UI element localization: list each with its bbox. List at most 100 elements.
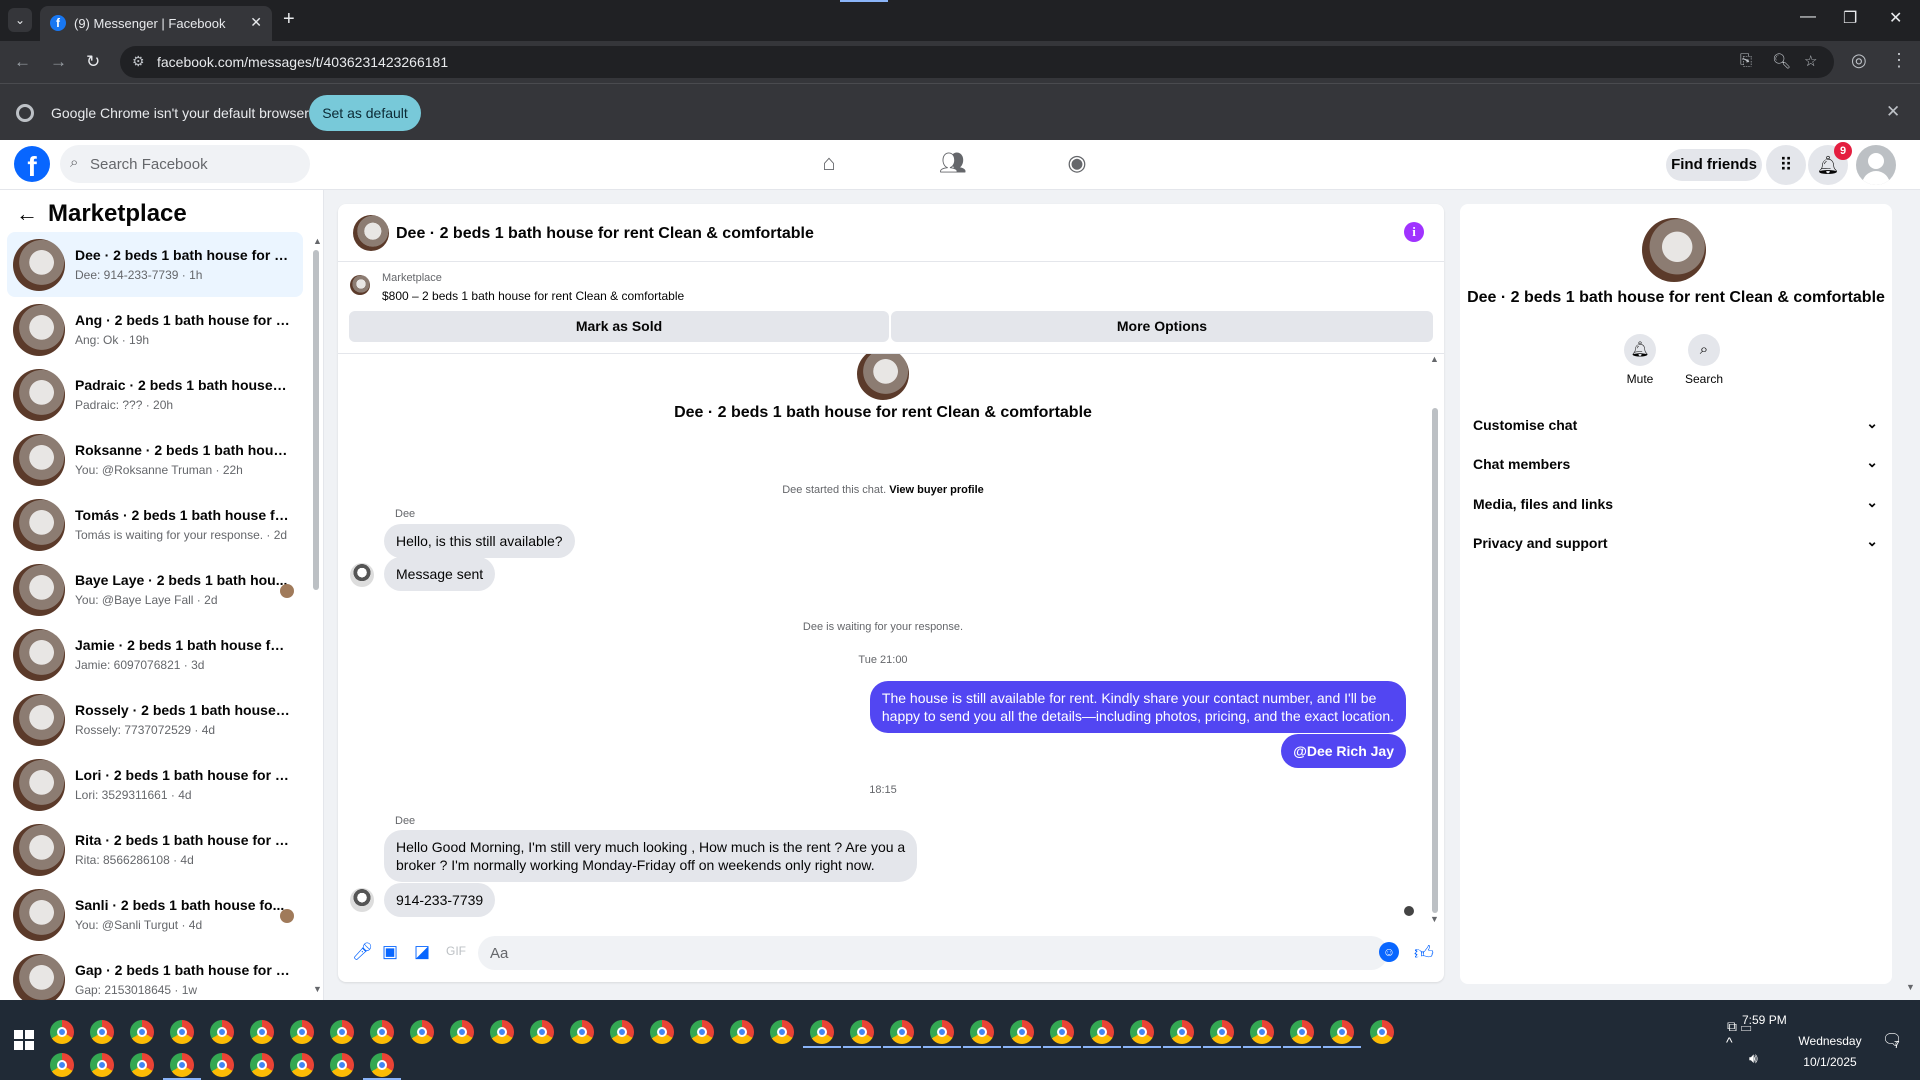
outgoing-message[interactable]: The house is still available for rent. K… <box>869 681 1406 733</box>
bookmark-star-icon[interactable]: ☆ <box>1804 52 1817 70</box>
conversation-item[interactable]: Lori · 2 beds 1 bath house for re... Lori… <box>7 752 303 817</box>
mute-action[interactable]: 🔔︎ Mute <box>1610 334 1670 386</box>
incoming-message[interactable]: 914-233-7739 <box>384 883 496 917</box>
conversation-item[interactable]: Dee · 2 beds 1 bath house for re... Dee: … <box>7 232 303 297</box>
friends-icon[interactable]: 👥︎ <box>938 150 968 180</box>
chat-scrollbar[interactable] <box>1432 408 1438 913</box>
chat-scroll-down-arrow[interactable]: ▼ <box>1430 914 1439 924</box>
chrome-taskbar-icon[interactable] <box>650 1020 674 1044</box>
chrome-taskbar-icon[interactable] <box>90 1020 114 1044</box>
chrome-taskbar-icon[interactable] <box>450 1020 474 1044</box>
volume-icon[interactable]: 🔊︎ <box>1749 1050 1758 1067</box>
profile-icon[interactable]: ◎ <box>1851 50 1867 71</box>
find-friends-button[interactable]: Find friends <box>1666 149 1762 181</box>
chrome-taskbar-icon[interactable] <box>170 1020 194 1044</box>
view-buyer-profile-link[interactable]: View buyer profile <box>889 484 984 496</box>
chrome-taskbar-icon[interactable] <box>1050 1020 1074 1044</box>
chrome-taskbar-icon[interactable] <box>930 1020 954 1044</box>
home-icon[interactable]: ⌂ <box>814 150 844 180</box>
customise-chat-section[interactable]: Customise chat ⌄ <box>1473 407 1878 443</box>
photo-icon[interactable]: ▣ <box>382 942 398 962</box>
conversation-item[interactable]: Rita · 2 beds 1 bath house for re... Rita… <box>7 817 303 882</box>
conversation-item[interactable]: Tomás · 2 beds 1 bath house for ... Tomás… <box>7 492 303 557</box>
chrome-taskbar-icon[interactable] <box>610 1020 634 1044</box>
chrome-taskbar-icon[interactable] <box>50 1053 74 1077</box>
chrome-taskbar-icon[interactable] <box>730 1020 754 1044</box>
taskbar-day[interactable]: Wednesday <box>1798 1034 1862 1048</box>
chrome-taskbar-icon[interactable] <box>1330 1020 1354 1044</box>
search-facebook-input[interactable]: ⌕ Search Facebook <box>60 145 310 183</box>
new-tab-button[interactable]: + <box>283 8 295 31</box>
page-scroll-down-arrow[interactable]: ▼ <box>1906 982 1915 992</box>
close-window-button[interactable]: ✕ <box>1889 8 1902 28</box>
sticker-icon[interactable]: ◪ <box>414 942 430 962</box>
privacy-support-section[interactable]: Privacy and support ⌄ <box>1473 525 1878 561</box>
chrome-taskbar-icon[interactable] <box>50 1020 74 1044</box>
url-text[interactable]: facebook.com/messages/t/4036231423266181 <box>157 54 448 70</box>
close-infobar-icon[interactable]: ✕ <box>1886 102 1900 122</box>
scroll-down-arrow[interactable]: ▼ <box>313 984 322 994</box>
chrome-taskbar-icon[interactable] <box>970 1020 994 1044</box>
chrome-taskbar-icon[interactable] <box>210 1020 234 1044</box>
chrome-taskbar-icon[interactable] <box>1290 1020 1314 1044</box>
chat-scroll-up-arrow[interactable]: ▲ <box>1430 354 1439 364</box>
chrome-taskbar-icon[interactable] <box>690 1020 714 1044</box>
chrome-taskbar-icon[interactable] <box>770 1020 794 1044</box>
chrome-taskbar-icon[interactable] <box>890 1020 914 1044</box>
minimize-button[interactable]: — <box>1800 8 1816 26</box>
chat-avatar[interactable] <box>353 215 389 251</box>
search-action[interactable]: ⌕ Search <box>1674 334 1734 386</box>
incoming-message[interactable]: Hello Good Morning, I'm still very much … <box>384 830 918 882</box>
facebook-logo-icon[interactable]: f <box>14 146 50 182</box>
chrome-taskbar-icon[interactable] <box>290 1053 314 1077</box>
more-options-button[interactable]: More Options <box>891 311 1433 342</box>
address-bar[interactable]: ⚙ facebook.com/messages/t/40362314232661… <box>120 46 1834 78</box>
gif-icon[interactable]: GIF <box>446 944 466 958</box>
zoom-icon[interactable]: 🔍︎ <box>1772 52 1791 70</box>
conversation-item[interactable]: Baye Laye · 2 beds 1 bath hou... You: @Ba… <box>7 557 303 622</box>
restore-button[interactable]: ❐ <box>1843 8 1857 28</box>
forward-icon[interactable]: → <box>50 52 67 72</box>
conversation-item[interactable]: Jamie · 2 beds 1 bath house for r... Jami… <box>7 622 303 687</box>
conversation-item[interactable]: Ang · 2 beds 1 bath house for re... Ang: … <box>7 297 303 362</box>
info-icon[interactable]: i <box>1404 222 1424 242</box>
chrome-taskbar-icon[interactable] <box>370 1053 394 1077</box>
chrome-taskbar-icon[interactable] <box>130 1053 154 1077</box>
system-tray-icons[interactable]: ⧉ ▭ <box>1727 1018 1752 1035</box>
conversation-item[interactable]: Rossely · 2 beds 1 bath house fo... Rosse… <box>7 687 303 752</box>
chrome-taskbar-icon[interactable] <box>1130 1020 1154 1044</box>
emoji-icon[interactable]: ☺ <box>1379 942 1399 962</box>
chat-title[interactable]: Dee · 2 beds 1 bath house for rent Clean… <box>396 225 814 243</box>
close-tab-icon[interactable]: ✕ <box>250 14 262 31</box>
chrome-taskbar-icon[interactable] <box>410 1020 434 1044</box>
back-arrow-icon[interactable]: ← <box>16 201 38 226</box>
groups-icon[interactable]: ◉ <box>1062 150 1092 180</box>
microphone-icon[interactable]: 🎤︎ <box>352 942 374 962</box>
chat-members-section[interactable]: Chat members ⌄ <box>1473 446 1878 482</box>
message-input[interactable]: Aa <box>478 936 1388 970</box>
chrome-taskbar-icon[interactable] <box>490 1020 514 1044</box>
conversation-item[interactable]: Padraic · 2 beds 1 bath house fo... Padra… <box>7 362 303 427</box>
listing-thumbnail[interactable] <box>350 275 370 295</box>
back-icon[interactable]: ← <box>14 52 31 72</box>
chrome-menu-icon[interactable]: ⋮ <box>1890 50 1908 71</box>
scroll-up-arrow[interactable]: ▲ <box>313 236 322 246</box>
outgoing-mention-message[interactable]: @Dee Rich Jay <box>1281 734 1406 768</box>
reload-icon[interactable]: ↻ <box>86 52 100 72</box>
chrome-taskbar-icon[interactable] <box>1370 1020 1394 1044</box>
conversation-scrollbar[interactable] <box>313 250 319 590</box>
chrome-taskbar-icon[interactable] <box>530 1020 554 1044</box>
chrome-taskbar-icon[interactable] <box>130 1020 154 1044</box>
install-app-icon[interactable]: ⎘ <box>1740 52 1752 69</box>
menu-grid-icon[interactable]: ⠿ <box>1766 145 1806 185</box>
chrome-taskbar-icon[interactable] <box>250 1053 274 1077</box>
chrome-taskbar-icon[interactable] <box>90 1053 114 1077</box>
set-as-default-button[interactable]: Set as default <box>309 95 421 131</box>
chrome-taskbar-icon[interactable] <box>570 1020 594 1044</box>
mark-as-sold-button[interactable]: Mark as Sold <box>349 311 889 342</box>
start-button-icon[interactable] <box>14 1030 34 1050</box>
browser-tab[interactable]: f (9) Messenger | Facebook ✕ <box>40 6 272 41</box>
chrome-taskbar-icon[interactable] <box>210 1053 234 1077</box>
thumbs-up-icon[interactable]: 👍︎ <box>1414 942 1434 965</box>
chrome-taskbar-icon[interactable] <box>170 1053 194 1077</box>
